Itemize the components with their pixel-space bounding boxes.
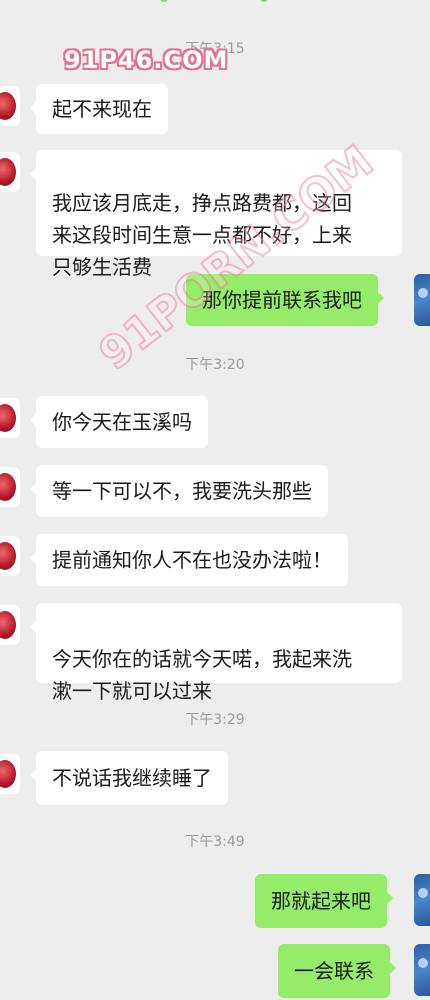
message-bubble-incoming[interactable]: 我应该月底走，挣点路费都，这回 来这段时间生意一点都不好，上来 只够生活费: [30, 150, 402, 279]
user-avatar-icon[interactable]: [414, 874, 430, 926]
message-bubble-incoming[interactable]: 不说话我继续睡了: [30, 751, 228, 805]
message-text: 一会联系: [294, 959, 374, 983]
message-bubble-incoming[interactable]: 起不来现在: [30, 84, 168, 134]
message-text: 我应该月底走，挣点路费都，这回 来这段时间生意一点都不好，上来 只够生活费: [52, 191, 352, 279]
message-text: 等一下可以不，我要洗头那些: [52, 479, 312, 503]
message-text: 你今天在玉溪吗: [52, 410, 192, 434]
message-bubble-outgoing[interactable]: 那就起来吧: [255, 874, 393, 928]
contact-avatar-icon[interactable]: [0, 754, 20, 794]
contact-avatar-icon[interactable]: [0, 398, 20, 438]
top-edge-remnant: [160, 0, 270, 2]
message-bubble-incoming[interactable]: 提前通知你人不在也没办法啦！: [30, 534, 348, 586]
message-text: 不说话我继续睡了: [52, 766, 212, 790]
message-text: 那你提前联系我吧: [202, 288, 362, 312]
message-bubble-outgoing[interactable]: 那你提前联系我吧: [186, 274, 384, 326]
timestamp: 下午3:49: [185, 834, 245, 850]
timestamp: 下午3:20: [185, 357, 245, 373]
message-bubble-incoming[interactable]: 等一下可以不，我要洗头那些: [30, 465, 328, 517]
message-bubble-outgoing[interactable]: 一会联系: [278, 944, 396, 998]
message-text: 今天你在的话就今天喏，我起来洗 漱一下就可以过来: [52, 647, 352, 703]
timestamp: 下午3:29: [185, 712, 245, 728]
message-text: 那就起来吧: [271, 889, 371, 913]
message-text: 提前通知你人不在也没办法啦！: [52, 548, 332, 572]
contact-avatar-icon[interactable]: [0, 86, 20, 126]
timestamp: 下午3:15: [185, 41, 245, 57]
message-bubble-incoming[interactable]: 今天你在的话就今天喏，我起来洗 漱一下就可以过来: [30, 603, 402, 703]
dot-icon: [160, 0, 168, 2]
user-avatar-icon[interactable]: [414, 274, 430, 326]
contact-avatar-icon[interactable]: [0, 467, 20, 507]
message-bubble-incoming[interactable]: 你今天在玉溪吗: [30, 396, 208, 448]
message-text: 起不来现在: [52, 97, 152, 121]
dot-icon: [260, 0, 268, 2]
contact-avatar-icon[interactable]: [0, 605, 20, 645]
contact-avatar-icon[interactable]: [0, 536, 20, 576]
user-avatar-icon[interactable]: [414, 944, 430, 996]
contact-avatar-icon[interactable]: [0, 152, 20, 192]
